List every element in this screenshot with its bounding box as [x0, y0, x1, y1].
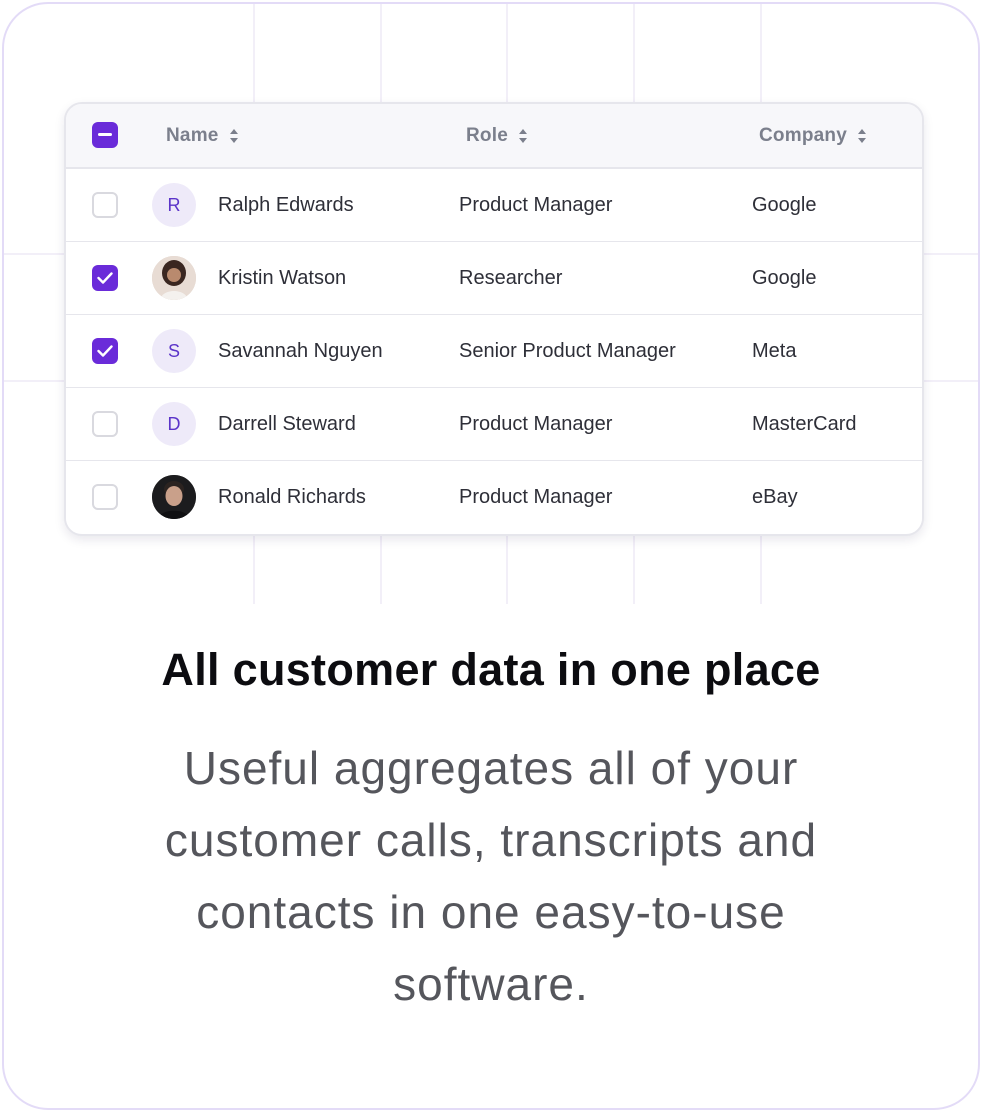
table-header: Name Role Company: [66, 104, 922, 169]
avatar: [152, 256, 196, 300]
sort-updown-icon[interactable]: [229, 128, 239, 144]
check-icon: [97, 345, 113, 357]
table-row[interactable]: R Ralph Edwards Product Manager Google: [66, 169, 922, 243]
minus-icon: [98, 133, 112, 136]
sort-updown-icon[interactable]: [857, 128, 867, 144]
select-all-checkbox[interactable]: [92, 122, 118, 148]
avatar: R: [152, 183, 196, 227]
column-header-role-label: Role: [466, 124, 508, 146]
row-checkbox[interactable]: [92, 338, 118, 364]
avatar-initial: S: [167, 340, 180, 361]
feature-headline: All customer data in one place: [161, 644, 821, 695]
cell-role: Researcher: [459, 266, 563, 289]
column-header-name[interactable]: Name: [166, 104, 239, 167]
customer-table: Name Role Company R Ralph Edwards Produc…: [64, 102, 924, 536]
avatar: D: [152, 402, 196, 446]
check-icon: [97, 272, 113, 284]
row-checkbox[interactable]: [92, 265, 118, 291]
column-header-role[interactable]: Role: [466, 104, 528, 167]
row-checkbox[interactable]: [92, 192, 118, 218]
person-photo-icon: [152, 256, 196, 300]
table-row[interactable]: Kristin Watson Researcher Google: [66, 242, 922, 316]
column-header-company-label: Company: [759, 124, 847, 146]
sort-updown-icon[interactable]: [518, 128, 528, 144]
cell-role: Product Manager: [459, 193, 613, 216]
person-photo-icon: [152, 475, 196, 519]
avatar-initial: R: [167, 194, 181, 215]
cell-company: Google: [752, 193, 817, 216]
feature-card: Name Role Company R Ralph Edwards Produc…: [2, 2, 980, 1110]
cell-company: Meta: [752, 339, 797, 362]
avatar: [152, 475, 196, 519]
table-row[interactable]: Ronald Richards Product Manager eBay: [66, 461, 922, 533]
column-header-company[interactable]: Company: [759, 104, 867, 167]
avatar: S: [152, 329, 196, 373]
feature-description: Useful aggregates all of your customer c…: [164, 742, 818, 1010]
table-row[interactable]: D Darrell Steward Product Manager Master…: [66, 388, 922, 462]
cell-role: Product Manager: [459, 412, 613, 435]
table-row[interactable]: S Savannah Nguyen Senior Product Manager…: [66, 315, 922, 389]
cell-company: MasterCard: [752, 412, 857, 435]
cell-name: Darrell Steward: [218, 412, 356, 435]
cell-name: Ralph Edwards: [218, 193, 354, 216]
row-checkbox[interactable]: [92, 484, 118, 510]
cell-name: Ronald Richards: [218, 485, 366, 508]
row-checkbox[interactable]: [92, 411, 118, 437]
avatar-initial: D: [167, 413, 181, 434]
cell-company: eBay: [752, 485, 798, 508]
cell-role: Senior Product Manager: [459, 339, 676, 362]
cell-role: Product Manager: [459, 485, 613, 508]
cell-name: Savannah Nguyen: [218, 339, 383, 362]
cell-company: Google: [752, 266, 817, 289]
column-header-name-label: Name: [166, 124, 219, 146]
cell-name: Kristin Watson: [218, 266, 347, 289]
